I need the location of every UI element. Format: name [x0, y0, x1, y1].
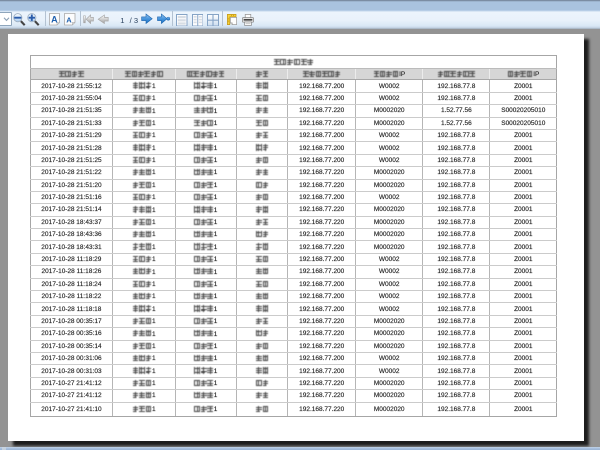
svg-text:A: A [51, 15, 58, 25]
svg-text:A: A [66, 15, 72, 24]
